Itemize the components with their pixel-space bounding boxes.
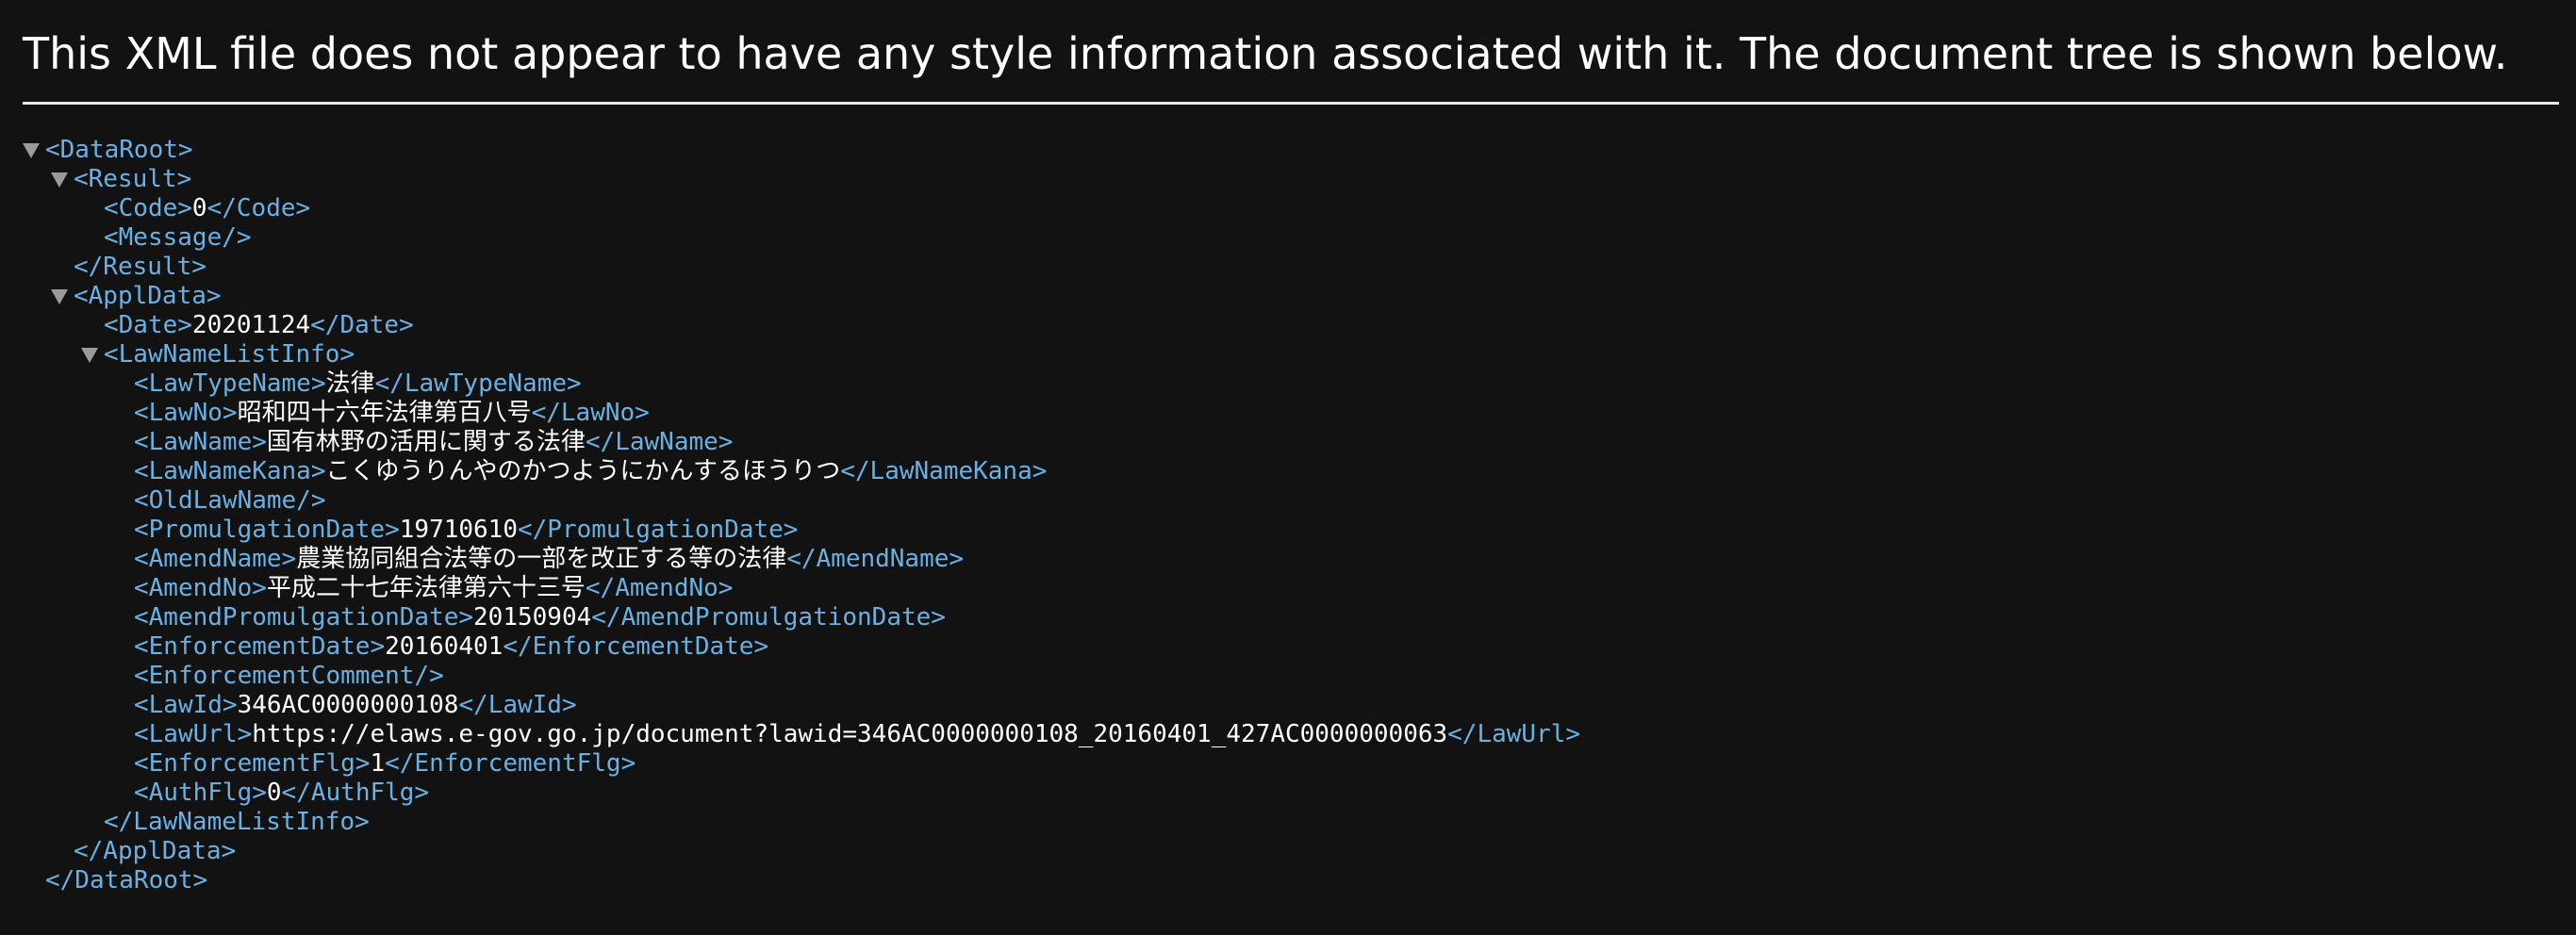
node-promulgationdate: <PromulgationDate>19710610</Promulgation… (134, 516, 799, 544)
collapse-triangle-icon[interactable] (81, 348, 98, 363)
node-appldata-open: <ApplData> (51, 282, 222, 311)
lawnamekana-value: こくゆうりんやのかつようにかんするほうりつ (325, 457, 841, 485)
node-lawtypename: <LawTypeName>法律</LawTypeName> (134, 369, 582, 398)
node-message: <Message/> (104, 223, 252, 252)
lawno-value: 昭和四十六年法律第百八号 (237, 399, 532, 427)
node-enforcementflg: <EnforcementFlg>1</EnforcementFlg> (134, 749, 636, 778)
node-amendpromulgationdate: <AmendPromulgationDate>20150904</AmendPr… (134, 603, 946, 632)
node-dataroot-close: </DataRoot> (45, 866, 208, 894)
node-date: <Date>20201124</Date> (104, 311, 414, 339)
authflg-value: 0 (266, 779, 282, 807)
node-oldlawname: <OldLawName/> (134, 486, 326, 515)
node-enforcementcomment: <EnforcementComment/> (134, 662, 444, 690)
lawurl-value: https://elaws.e-gov.go.jp/document?lawid… (252, 720, 1448, 748)
node-authflg: <AuthFlg>0</AuthFlg> (134, 779, 430, 807)
code-value: 0 (191, 194, 207, 222)
enforcementdate-value: 20160401 (385, 632, 504, 661)
header-divider (23, 102, 2559, 105)
node-enforcementdate: <EnforcementDate>20160401</EnforcementDa… (134, 632, 769, 661)
node-result-open: <Result> (51, 165, 191, 194)
amendno-value: 平成二十七年法律第六十三号 (266, 574, 586, 602)
node-lawurl: <LawUrl>https://elaws.e-gov.go.jp/docume… (134, 720, 1581, 748)
lawname-value: 国有林野の活用に関する法律 (266, 428, 586, 456)
node-amendname: <AmendName>農業協同組合法等の一部を改正する等の法律</AmendNa… (134, 545, 965, 573)
node-lawno: <LawNo>昭和四十六年法律第百八号</LawNo> (134, 399, 650, 427)
node-lawnamelistinfo-close: </LawNameListInfo> (104, 808, 370, 836)
node-lawid: <LawId>346AC0000000108</LawId> (134, 691, 577, 719)
enforcementflg-value: 1 (370, 749, 386, 778)
node-result-close: </Result> (74, 253, 206, 281)
xml-style-notice: This XML file does not appear to have an… (23, 28, 2508, 79)
collapse-triangle-icon[interactable] (51, 289, 68, 304)
lawtypename-value: 法律 (325, 369, 375, 398)
lawid-value: 346AC0000000108 (237, 691, 459, 719)
node-code: <Code>0</Code> (104, 194, 311, 222)
node-lawnamelistinfo-open: <LawNameListInfo> (81, 340, 355, 369)
node-amendno: <AmendNo>平成二十七年法律第六十三号</AmendNo> (134, 574, 734, 602)
node-lawname: <LawName>国有林野の活用に関する法律</LawName> (134, 428, 734, 456)
node-dataroot-open: <DataRoot> (23, 136, 193, 165)
date-value: 20201124 (191, 311, 311, 339)
amendpromulgationdate-value: 20150904 (473, 603, 592, 632)
amendname-value: 農業協同組合法等の一部を改正する等の法律 (296, 545, 787, 573)
node-appldata-close: </ApplData> (74, 837, 237, 865)
collapse-triangle-icon[interactable] (51, 172, 68, 188)
collapse-triangle-icon[interactable] (23, 143, 40, 158)
node-lawnamekana: <LawNameKana>こくゆうりんやのかつようにかんするほうりつ</LawN… (134, 457, 1048, 485)
promulgationdate-value: 19710610 (399, 516, 518, 544)
